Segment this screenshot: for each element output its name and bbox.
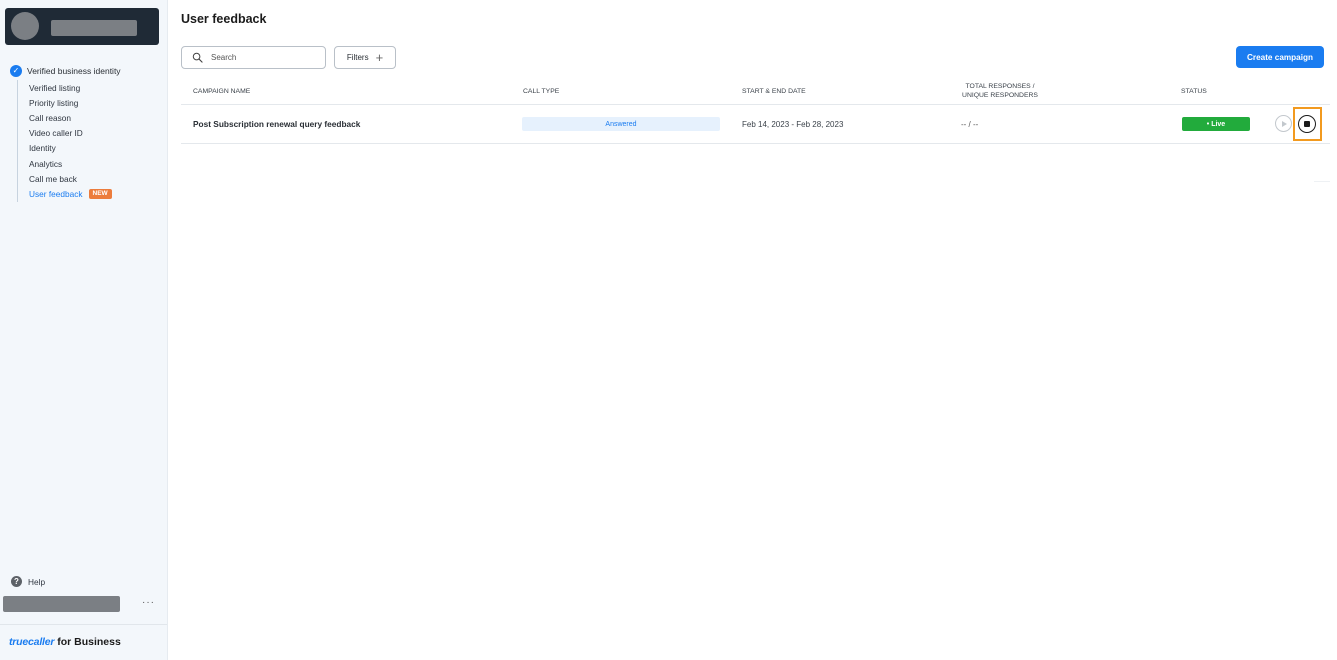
stop-icon (1304, 121, 1310, 127)
more-options-icon[interactable]: ··· (142, 597, 155, 608)
table-row-divider (181, 143, 1330, 144)
filters-label: Filters (346, 53, 369, 62)
column-header-campaign-name: CAMPAIGN NAME (193, 88, 251, 95)
sidebar-item-verified-listing[interactable]: Verified listing (29, 80, 160, 95)
sidebar-item-analytics[interactable]: Analytics (29, 156, 160, 171)
help-icon: ? (11, 576, 22, 587)
search-box[interactable] (181, 46, 326, 69)
page-title: User feedback (181, 12, 267, 26)
verified-check-icon: ✓ (10, 65, 22, 77)
column-header-responses-line1: TOTAL RESPONSES / (965, 83, 1035, 90)
business-profile-card[interactable] (5, 8, 159, 45)
sidebar-item-label: Verified listing (29, 82, 81, 93)
sidebar-item-call-me-back[interactable]: Call me back (29, 171, 160, 186)
brand-suffix: for Business (54, 636, 121, 648)
help-label: Help (28, 576, 46, 587)
brand-logo: truecaller for Business (9, 636, 121, 648)
column-header-responses: TOTAL RESPONSES / UNIQUE RESPONDERS (938, 82, 1062, 100)
sidebar-item-label: User feedback (29, 188, 83, 199)
help-link[interactable]: ? Help (11, 576, 45, 587)
stop-campaign-button[interactable] (1298, 115, 1316, 133)
plus-icon: + (375, 50, 384, 65)
new-badge: NEW (88, 188, 112, 200)
column-header-call-type: CALL TYPE (523, 88, 560, 95)
sidebar-item-priority-listing[interactable]: Priority listing (29, 95, 160, 110)
sidebar-nav: ✓ Verified business identity Verified li… (10, 64, 160, 202)
sidebar-item-label: Call reason (29, 112, 71, 123)
sidebar-item-identity[interactable]: Identity (29, 141, 160, 156)
status-badge: • Live (1182, 117, 1250, 131)
filters-button[interactable]: Filters + (334, 46, 396, 69)
sidebar-item-label: Video caller ID (29, 128, 83, 139)
sidebar-item-label: Call me back (29, 173, 77, 184)
business-name-redacted (51, 20, 137, 36)
brand-truecaller: truecaller (9, 636, 55, 648)
date-range-cell: Feb 14, 2023 - Feb 28, 2023 (742, 120, 844, 129)
play-icon (1282, 120, 1287, 127)
column-header-status: STATUS (1181, 88, 1207, 95)
call-type-badge: Answered (522, 117, 720, 131)
create-campaign-button[interactable]: Create campaign (1236, 46, 1324, 68)
resume-campaign-button[interactable] (1275, 115, 1292, 132)
column-header-dates: START & END DATE (742, 88, 806, 95)
sidebar-item-call-reason[interactable]: Call reason (29, 110, 160, 125)
table-header-divider (181, 104, 1330, 105)
search-icon (192, 52, 203, 63)
search-input[interactable] (211, 53, 311, 62)
responses-cell: -- / -- (961, 120, 979, 129)
sidebar-item-label: Identity (29, 143, 56, 154)
sidebar-item-label: Priority listing (29, 97, 79, 108)
sidebar-item-video-caller-id[interactable]: Video caller ID (29, 126, 160, 141)
sidebar-section-verified-business-identity[interactable]: ✓ Verified business identity (10, 64, 160, 78)
sidebar-item-user-feedback[interactable]: User feedback NEW (29, 186, 160, 201)
user-account-redacted[interactable] (3, 596, 120, 612)
sidebar-nav-list: Verified listing Priority listing Call r… (17, 80, 160, 202)
divider (1314, 181, 1330, 182)
avatar (11, 12, 39, 40)
sidebar: ✓ Verified business identity Verified li… (0, 0, 168, 660)
sidebar-section-label: Verified business identity (27, 66, 121, 76)
column-header-responses-line2: UNIQUE RESPONDERS (962, 92, 1038, 99)
sidebar-item-label: Analytics (29, 158, 63, 169)
sidebar-divider (0, 624, 167, 625)
campaign-name-cell[interactable]: Post Subscription renewal query feedback (193, 119, 360, 129)
